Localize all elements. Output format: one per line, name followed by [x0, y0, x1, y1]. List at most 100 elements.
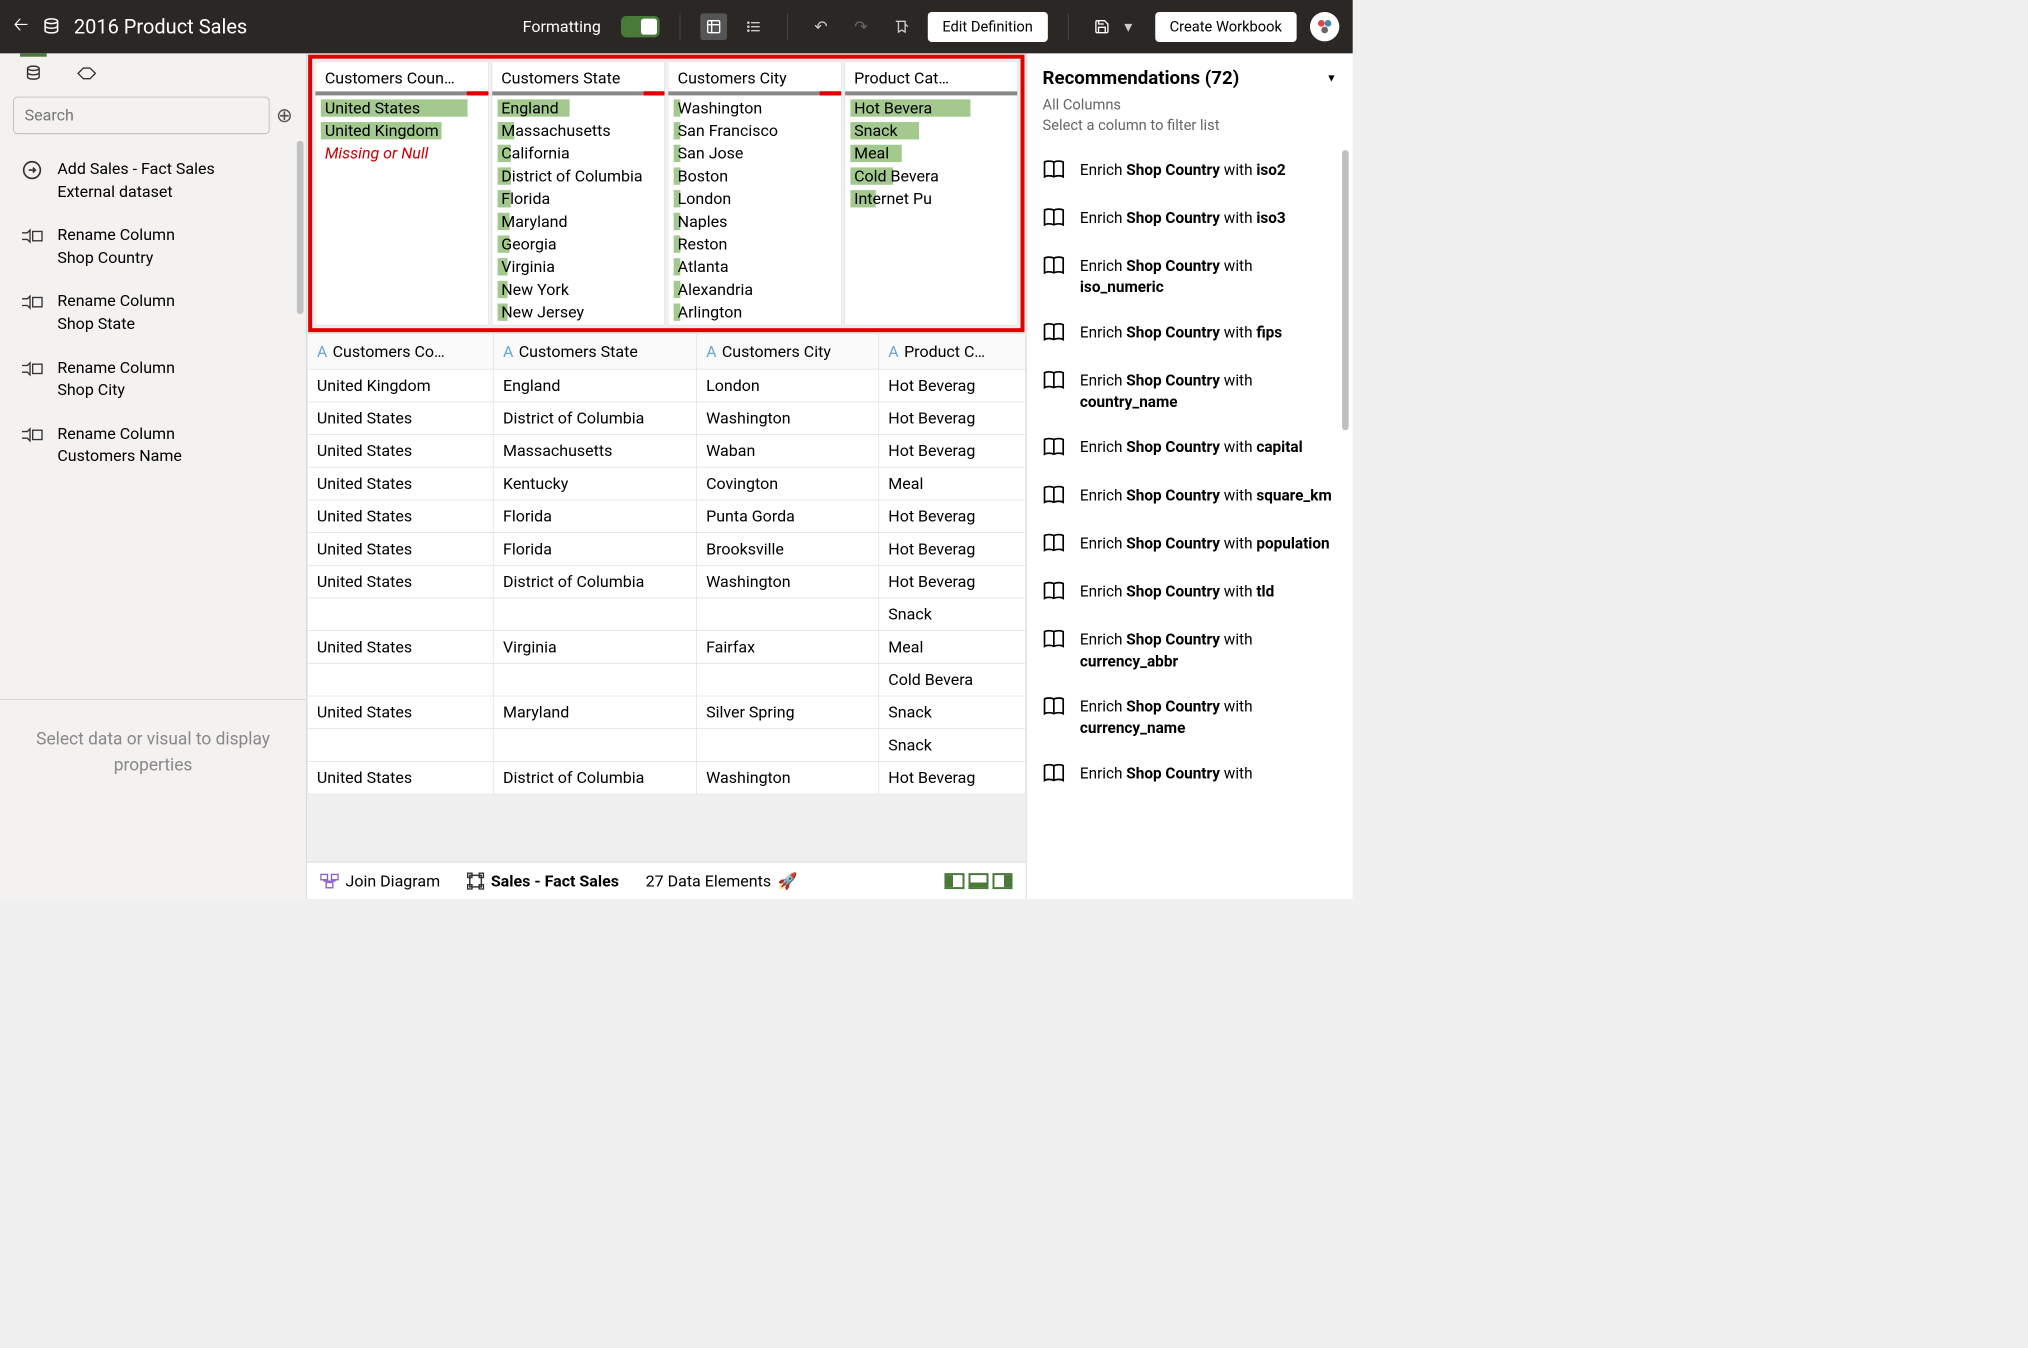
formatting-toggle[interactable]: [621, 16, 660, 37]
recommendation-item[interactable]: Enrich Shop Country with iso_numeric: [1027, 243, 1353, 310]
dataset-tab[interactable]: Sales - Fact Sales: [467, 871, 619, 890]
recommendation-item[interactable]: Enrich Shop Country with: [1027, 751, 1353, 799]
recommendation-item[interactable]: Enrich Shop Country with population: [1027, 521, 1353, 569]
profile-value[interactable]: New York: [492, 278, 664, 301]
recs-sub-all[interactable]: All Columns: [1043, 95, 1337, 116]
save-icon[interactable]: [1088, 13, 1115, 40]
recommendation-item[interactable]: Enrich Shop Country with tld: [1027, 569, 1353, 617]
table-row[interactable]: United StatesFloridaBrooksvilleHot Bever…: [307, 533, 1025, 566]
layout-panes[interactable]: [944, 873, 1012, 889]
table-row[interactable]: United KingdomEnglandLondonHot Beverag: [307, 369, 1025, 402]
profile-card[interactable]: Product Cat….redbar[style*='--r:0%']::af…: [844, 61, 1018, 325]
profile-card[interactable]: Customers City.redbar[style*='--r:12%']:…: [668, 61, 842, 325]
recommendation-item[interactable]: Enrich Shop Country with square_km: [1027, 473, 1353, 521]
pane-bottom-icon[interactable]: [968, 873, 988, 889]
recommendation-item[interactable]: Enrich Shop Country with iso2: [1027, 147, 1353, 195]
sidebar-tab-model[interactable]: [73, 60, 100, 87]
profile-value[interactable]: United Kingdom: [315, 119, 487, 142]
profile-value[interactable]: Meal: [845, 142, 1017, 165]
profile-value[interactable]: United States: [315, 97, 487, 120]
bookmark-icon[interactable]: [888, 13, 915, 40]
profile-value[interactable]: Cold Bevera: [845, 165, 1017, 188]
recommendation-item[interactable]: Enrich Shop Country with fips: [1027, 310, 1353, 358]
recommendation-item[interactable]: Enrich Shop Country with capital: [1027, 425, 1353, 473]
rename-icon: [20, 357, 44, 381]
profile-value[interactable]: England: [492, 97, 664, 120]
profile-value[interactable]: San Jose: [668, 142, 840, 165]
recommendation-item[interactable]: Enrich Shop Country with country_name: [1027, 358, 1353, 425]
sidebar-step-item[interactable]: Rename ColumnShop Country: [0, 214, 306, 280]
step-line2: External dataset: [57, 180, 214, 202]
recommendation-item[interactable]: Enrich Shop Country with currency_name: [1027, 684, 1353, 751]
profile-value[interactable]: London: [668, 187, 840, 210]
profile-value[interactable]: Massachusetts: [492, 119, 664, 142]
undo-icon[interactable]: ↶: [808, 13, 835, 40]
table-row[interactable]: United StatesFloridaPunta GordaHot Bever…: [307, 500, 1025, 533]
recs-scrollbar[interactable]: [1342, 150, 1349, 430]
sidebar-step-item[interactable]: Rename ColumnShop City: [0, 346, 306, 412]
edit-definition-button[interactable]: Edit Definition: [928, 12, 1048, 42]
profile-value[interactable]: Georgia: [492, 233, 664, 256]
profile-card[interactable]: Customers State.redbar[style*='--r:12%']…: [491, 61, 665, 325]
collapse-icon[interactable]: ▼: [1326, 71, 1337, 84]
profile-value[interactable]: District of Columbia: [492, 165, 664, 188]
column-header[interactable]: ACustomers State: [493, 334, 696, 369]
profile-value[interactable]: Snack: [845, 119, 1017, 142]
profile-value[interactable]: Hot Bevera: [845, 97, 1017, 120]
table-row[interactable]: United StatesDistrict of ColumbiaWashing…: [307, 402, 1025, 435]
profile-value[interactable]: San Francisco: [668, 119, 840, 142]
sidebar-step-item[interactable]: Rename ColumnShop State: [0, 280, 306, 346]
profile-value[interactable]: Naples: [668, 210, 840, 233]
recommendation-item[interactable]: Enrich Shop Country with iso3: [1027, 195, 1353, 243]
profile-value[interactable]: Maryland: [492, 210, 664, 233]
search-input[interactable]: [13, 97, 269, 134]
database-icon: [42, 17, 61, 36]
recommendation-item[interactable]: Enrich Shop Country with currency_abbr: [1027, 617, 1353, 684]
sidebar-scrollbar[interactable]: [297, 141, 304, 314]
profile-value[interactable]: California: [492, 142, 664, 165]
table-row[interactable]: United StatesMarylandSilver SpringSnack: [307, 696, 1025, 729]
profile-value[interactable]: Arlington: [668, 301, 840, 324]
table-row[interactable]: United StatesVirginiaFairfaxMeal: [307, 631, 1025, 664]
profile-value[interactable]: Internet Pu: [845, 187, 1017, 210]
profile-value[interactable]: New Jersey: [492, 301, 664, 324]
table-row[interactable]: United StatesDistrict of ColumbiaWashing…: [307, 761, 1025, 794]
profile-value[interactable]: Virginia: [492, 255, 664, 278]
sidebar-tab-data[interactable]: [20, 60, 47, 87]
table-row[interactable]: Cold Bevera: [307, 663, 1025, 696]
profile-value[interactable]: Missing or Null: [315, 142, 487, 165]
save-dropdown-icon[interactable]: ▾: [1115, 13, 1142, 40]
table-cell: England: [493, 369, 696, 402]
table-row[interactable]: United StatesDistrict of ColumbiaWashing…: [307, 565, 1025, 598]
pane-left-icon[interactable]: [944, 873, 964, 889]
column-header[interactable]: AProduct C…: [879, 334, 1026, 369]
pane-right-icon[interactable]: [992, 873, 1012, 889]
profile-card[interactable]: Customers Coun….redbar[style*='--r:12%']…: [315, 61, 489, 325]
back-icon[interactable]: 🡠: [13, 11, 28, 43]
profile-value[interactable]: Boston: [668, 165, 840, 188]
table-view-icon[interactable]: [700, 13, 727, 40]
sidebar-step-item[interactable]: Rename ColumnCustomers Name: [0, 412, 306, 478]
table-cell: [307, 598, 493, 631]
table-cell: Punta Gorda: [696, 500, 878, 533]
profile-value[interactable]: Atlanta: [668, 255, 840, 278]
list-view-icon[interactable]: [740, 13, 767, 40]
table-row[interactable]: Snack: [307, 598, 1025, 631]
create-workbook-button[interactable]: Create Workbook: [1155, 12, 1297, 42]
table-row[interactable]: Snack: [307, 729, 1025, 762]
data-elements-tab[interactable]: 27 Data Elements 🚀: [646, 871, 798, 890]
column-header[interactable]: ACustomers City: [696, 334, 878, 369]
profile-value[interactable]: Alexandria: [668, 278, 840, 301]
column-header[interactable]: ACustomers Co…: [307, 334, 493, 369]
sidebar-step-item[interactable]: Add Sales - Fact SalesExternal dataset: [0, 147, 306, 213]
table-row[interactable]: United StatesKentuckyCovingtonMeal: [307, 467, 1025, 500]
profile-value[interactable]: Florida: [492, 187, 664, 210]
redo-icon[interactable]: ↷: [848, 13, 875, 40]
add-icon[interactable]: ⊕: [276, 104, 293, 127]
profile-value[interactable]: Washington: [668, 97, 840, 120]
rename-icon: [20, 290, 44, 314]
table-row[interactable]: United StatesMassachusettsWabanHot Bever…: [307, 435, 1025, 468]
join-diagram-tab[interactable]: Join Diagram: [320, 871, 440, 890]
profile-value[interactable]: Reston: [668, 233, 840, 256]
book-icon: [1043, 322, 1067, 346]
